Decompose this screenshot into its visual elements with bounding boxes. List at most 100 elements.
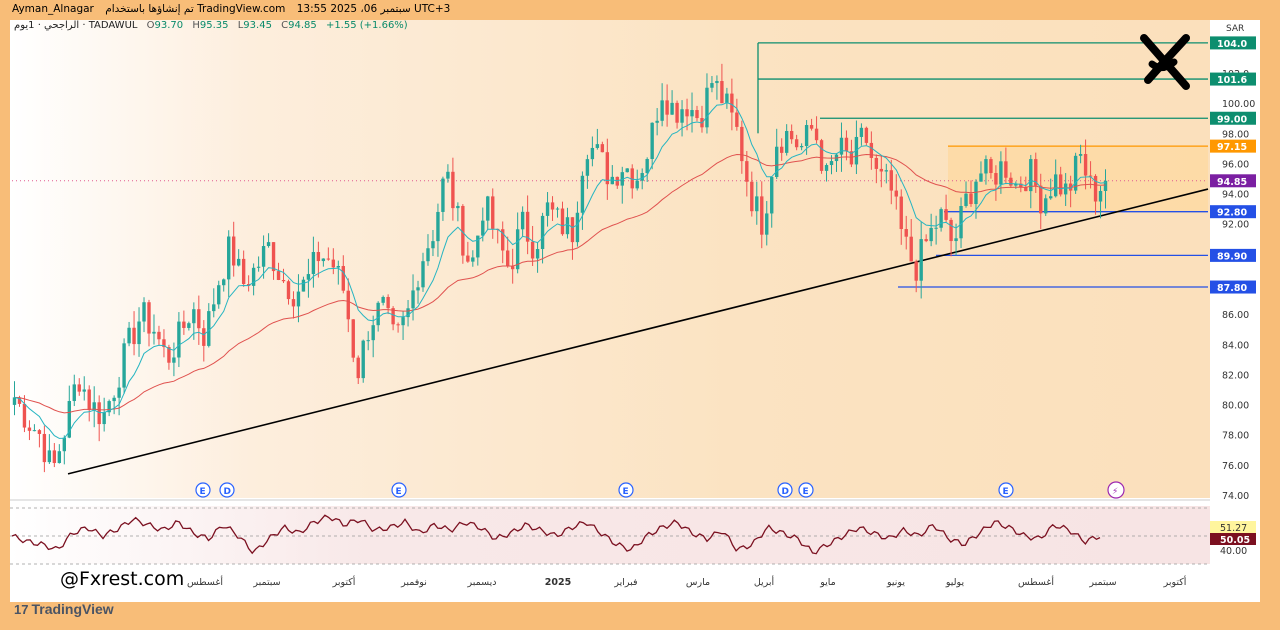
candle-body [600,144,605,153]
candle-body [471,257,475,262]
candle-body [884,170,888,172]
candle-body [147,302,151,334]
candle-body [929,227,933,242]
x-axis-label: أغسطس [1018,575,1054,588]
candle-body [720,81,724,104]
candle-body [799,146,804,148]
candle-body [1078,154,1083,156]
price-chart[interactable]: SAR102.0100.0098.0096.0094.0092.0090.008… [0,0,1280,630]
candle-body [376,302,380,326]
candle-body [436,211,440,242]
candle-body [62,437,66,452]
candle-body [1098,190,1103,202]
watermark-text: @Fxrest.com [60,568,185,590]
candle-body [565,217,570,235]
candle-body [1054,174,1058,197]
candle-body [401,317,405,326]
candle-body [839,137,844,155]
candle-body [705,87,709,128]
y-tick-label: 98.00 [1222,129,1249,140]
candle-body [177,321,181,358]
candle-body [1049,196,1053,199]
candle-body [874,157,879,169]
candle-body [844,137,849,152]
candle-body [72,384,76,402]
y-tick-label: 82.00 [1222,370,1249,381]
candle-body [321,258,326,262]
price-level-label: 101.6 [1217,75,1247,86]
candle-body [535,249,540,259]
candle-body [894,190,898,197]
candle-body [137,321,141,345]
candle-body [82,389,86,392]
candle-body [690,110,694,117]
y-tick-label: 96.00 [1222,159,1249,170]
x-axis-label: فبراير [613,577,637,588]
candle-body [904,229,908,237]
x-logo-icon [1138,32,1192,92]
price-level-label: 99.00 [1217,114,1247,125]
price-level-label: 97.15 [1217,142,1247,153]
candle-body [232,236,236,266]
candle-body [281,279,286,282]
candle-body [530,241,535,259]
candle-body [909,236,913,262]
candle-body [202,328,206,346]
candle-body [256,266,261,268]
x-axis-label: مايو [819,577,836,588]
candle-body [217,285,221,305]
candle-body [331,259,336,268]
candle-body [451,171,455,209]
candle-body [869,142,874,158]
candle-body [52,450,57,464]
candle-body [964,193,968,207]
rsi-line [11,514,1101,555]
candle-body [311,252,316,275]
candle-body [715,81,719,84]
candle-body [680,109,684,123]
candle-body [939,209,943,228]
candle-body [949,219,953,242]
y-tick-label: 94.00 [1222,190,1249,201]
candle-body [710,83,714,88]
candle-body [142,302,146,322]
candle-body [1044,198,1048,214]
candle-body [172,357,176,363]
candle-body [580,175,585,213]
y-tick-label: 74.00 [1222,491,1249,502]
candle-body [590,147,595,160]
candle-body [984,159,988,174]
candle-body [829,161,834,166]
ema-slow-line [14,153,1106,414]
candle-body [301,279,306,292]
candle-body [426,248,430,262]
candle-body [750,181,754,212]
x-axis-label: يوليو [945,577,965,588]
tradingview-logo[interactable]: 17 TradingView [14,601,114,617]
range-box [948,146,1208,212]
candle-body [127,327,131,344]
candle-body [316,252,321,262]
y-tick-label: 78.00 [1222,431,1249,442]
candle-body [416,287,420,291]
x-axis-label: مارس [686,577,710,588]
candle-body [261,246,266,267]
candle-body [645,159,649,174]
candle-body [969,193,973,205]
candle-body [635,180,639,189]
candle-body [804,125,809,147]
candle-body [506,250,510,267]
candle-body [780,146,784,153]
candle-body [765,213,769,235]
candle-body [989,159,993,174]
candle-body [341,266,345,291]
candle-body [47,450,52,463]
candle-body [999,161,1003,185]
candle-body [864,127,869,143]
candle-body [212,304,216,312]
candle-body [859,127,864,137]
candle-body [346,290,350,320]
y-tick-label: 80.00 [1222,401,1249,412]
candle-body [371,325,375,341]
candle-body [366,340,370,342]
